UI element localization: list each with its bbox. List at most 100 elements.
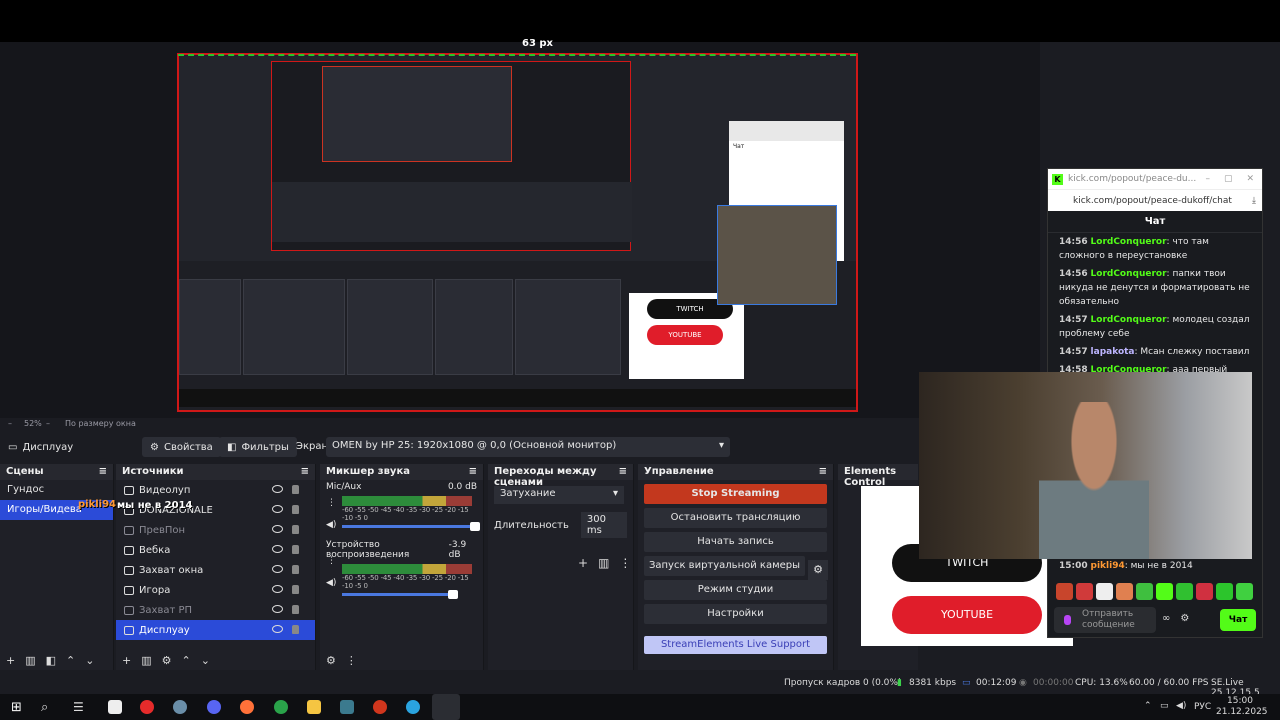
screen-select[interactable]: OMEN by HP 25: 1920x1080 @ 0,0 (Основной… xyxy=(326,437,730,457)
eye-icon[interactable] xyxy=(272,585,283,593)
settings-app-icon[interactable] xyxy=(173,700,187,714)
app-icon[interactable] xyxy=(340,700,354,714)
yandex-browser-icon[interactable] xyxy=(140,700,154,714)
lock-icon[interactable] xyxy=(292,525,299,534)
lock-icon[interactable] xyxy=(292,545,299,554)
more-icon[interactable]: ⋮ xyxy=(327,556,336,566)
filters-button[interactable]: ◧ Фильтры xyxy=(219,437,297,457)
windows-start-icon[interactable]: ⊞ xyxy=(11,700,25,715)
dock-menu-icon[interactable]: ≡ xyxy=(819,466,827,478)
preview-canvas[interactable]: Чат TWITCH YOUTUBE xyxy=(177,53,858,412)
chevron-up-icon[interactable]: ⌃ xyxy=(1144,701,1152,711)
properties-button[interactable]: ⚙ Свойства xyxy=(142,437,221,457)
slider-knob[interactable] xyxy=(448,590,458,599)
more-icon[interactable]: ⋮ xyxy=(327,498,336,508)
network-icon[interactable]: ▭ xyxy=(1160,701,1169,711)
eye-off-icon[interactable] xyxy=(272,525,283,533)
chrome-icon[interactable] xyxy=(274,700,288,714)
dock-menu-icon[interactable]: ≡ xyxy=(301,466,309,478)
studio-mode-button[interactable]: Режим студии xyxy=(644,580,827,600)
scene-item[interactable]: Гундос xyxy=(0,480,113,500)
emote-icon[interactable] xyxy=(1216,583,1233,600)
minimize-icon[interactable]: – xyxy=(1205,174,1210,184)
folder-icon[interactable] xyxy=(307,700,321,714)
trash-icon[interactable]: ▥ xyxy=(598,556,609,570)
emote-icon[interactable] xyxy=(1116,583,1133,600)
lock-icon[interactable] xyxy=(292,605,299,614)
maximize-icon[interactable]: ▢ xyxy=(1224,174,1233,184)
more-icon[interactable]: ⋮ xyxy=(619,556,631,570)
speaker-icon[interactable]: ◀) xyxy=(326,520,336,530)
more-icon[interactable]: ⋮ xyxy=(346,654,357,667)
clock-time[interactable]: 15:00 xyxy=(1227,696,1253,706)
stop-broadcast-button[interactable]: Остановить трансляцию xyxy=(644,508,827,528)
obs-active-icon[interactable] xyxy=(432,694,460,720)
download-icon[interactable]: ⤓ xyxy=(1252,196,1256,206)
stop-streaming-button[interactable]: Stop Streaming xyxy=(644,484,827,504)
dock-menu-icon[interactable]: ≡ xyxy=(619,466,627,478)
lock-icon[interactable] xyxy=(292,625,299,634)
filter-icon[interactable]: ◧ xyxy=(46,654,56,667)
source-item-selected[interactable]: Дисплуау xyxy=(116,620,315,640)
emote-icon[interactable] xyxy=(1096,583,1113,600)
arrow-up-icon[interactable]: ⌃ xyxy=(182,654,191,667)
emote-icon[interactable] xyxy=(1156,583,1173,600)
eye-icon[interactable] xyxy=(272,505,283,513)
arrow-down-icon[interactable]: ⌄ xyxy=(201,654,210,667)
clock-date[interactable]: 21.12.2025 xyxy=(1216,707,1268,717)
eye-off-icon[interactable] xyxy=(272,605,283,613)
emote-icon[interactable] xyxy=(1056,583,1073,600)
lock-icon[interactable] xyxy=(292,485,299,494)
eye-icon[interactable] xyxy=(272,545,283,553)
duration-input[interactable]: 300 ms xyxy=(580,512,627,538)
source-item[interactable]: Захват окна xyxy=(116,560,315,580)
app-red-icon[interactable] xyxy=(373,700,387,714)
transition-select[interactable]: Затухание ▾ xyxy=(494,486,624,504)
eye-icon[interactable] xyxy=(272,565,283,573)
dock-menu-icon[interactable]: ≡ xyxy=(469,466,477,478)
emote-icon[interactable] xyxy=(1196,583,1213,600)
emote-icon[interactable] xyxy=(1176,583,1193,600)
chat-input[interactable]: Отправить сообщение xyxy=(1054,607,1156,633)
volume-slider[interactable] xyxy=(342,590,458,599)
fit-mode[interactable]: По размеру окна xyxy=(65,419,136,428)
gear-icon[interactable]: ⚙ xyxy=(162,654,172,667)
add-icon[interactable]: + xyxy=(122,654,131,667)
slider-knob[interactable] xyxy=(470,522,480,531)
firefox-icon[interactable] xyxy=(240,700,254,714)
close-icon[interactable]: ✕ xyxy=(1246,174,1254,184)
eye-icon[interactable] xyxy=(272,485,283,493)
arrow-up-icon[interactable]: ⌃ xyxy=(66,654,75,667)
infinity-icon[interactable]: ∞ xyxy=(1162,613,1170,624)
source-item[interactable]: Видеолуп xyxy=(116,480,315,500)
lock-icon[interactable] xyxy=(292,505,299,514)
youtube-button[interactable]: YOUTUBE xyxy=(892,596,1042,634)
eye-icon[interactable] xyxy=(272,625,283,633)
discord-icon[interactable] xyxy=(207,700,221,714)
emote-icon[interactable] xyxy=(1076,583,1093,600)
start-recording-button[interactable]: Начать запись xyxy=(644,532,827,552)
file-icon[interactable] xyxy=(108,700,122,714)
chat-send-button[interactable]: Чат xyxy=(1220,609,1256,631)
advanced-audio-icon[interactable]: ⚙ xyxy=(326,654,336,667)
source-item[interactable]: ПревПон xyxy=(116,520,315,540)
lock-icon[interactable] xyxy=(292,585,299,594)
telegram-icon[interactable] xyxy=(406,700,420,714)
zoom-level[interactable]: 52% xyxy=(24,419,42,428)
volume-slider[interactable] xyxy=(342,522,480,531)
source-item[interactable]: Игора xyxy=(116,580,315,600)
speaker-icon[interactable]: ◀) xyxy=(1176,701,1186,711)
source-item[interactable]: Вебка xyxy=(116,540,315,560)
virtual-camera-gear-icon[interactable]: ⚙ xyxy=(808,560,828,580)
task-view-icon[interactable]: ☰ xyxy=(73,700,87,714)
dock-menu-icon[interactable]: ≡ xyxy=(99,466,107,478)
search-icon[interactable]: ⌕ xyxy=(41,700,55,715)
keyboard-language[interactable]: РУС xyxy=(1194,702,1211,712)
support-button[interactable]: StreamElements Live Support xyxy=(644,636,827,654)
source-item[interactable]: Захват РП xyxy=(116,600,315,620)
speaker-icon[interactable]: ◀) xyxy=(326,578,336,588)
add-icon[interactable]: + xyxy=(6,654,15,667)
add-icon[interactable]: + xyxy=(578,556,588,570)
trash-icon[interactable]: ▥ xyxy=(141,654,151,667)
settings-button[interactable]: Настройки xyxy=(644,604,827,624)
